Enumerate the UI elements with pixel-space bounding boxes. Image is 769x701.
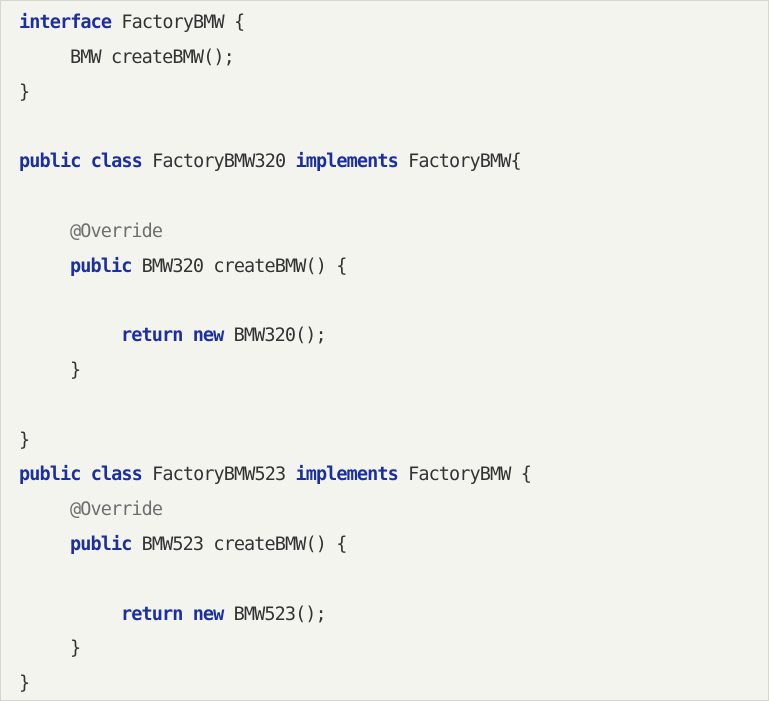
code-text: } — [19, 673, 30, 695]
code-line: interface FactoryBMW { — [19, 6, 531, 41]
code-line: @Override — [19, 493, 531, 528]
keyword: public — [70, 255, 132, 277]
keyword: implements — [295, 464, 398, 486]
code-line: } — [19, 667, 531, 700]
annotation: @Override — [70, 499, 163, 521]
code-line: public BMW523 createBMW() { — [19, 528, 531, 563]
keyword: class — [90, 151, 143, 173]
code-line: } — [19, 424, 531, 459]
code-block: interface FactoryBMW { BMW createBMW(); … — [19, 6, 532, 700]
keyword: public — [19, 464, 81, 486]
keyword: public — [70, 533, 132, 555]
code-text: } — [19, 81, 30, 103]
keyword: new — [192, 603, 225, 625]
keyword: new — [192, 325, 225, 347]
code-text: } — [19, 429, 30, 451]
code-line: } — [19, 76, 531, 111]
code-text: FactoryBMW{ — [397, 151, 522, 173]
code-text: } — [70, 638, 81, 660]
code-text: BMW createBMW(); — [70, 46, 235, 68]
code-line: return new BMW523(); — [19, 598, 531, 633]
code-line: public class FactoryBMW320 implements Fa… — [19, 145, 531, 180]
code-text: BMW320 createBMW() { — [131, 255, 348, 277]
code-line: public class FactoryBMW523 implements Fa… — [19, 458, 532, 493]
keyword: return — [121, 603, 183, 625]
code-line: } — [19, 354, 531, 389]
code-text: FactoryBMW { — [397, 464, 532, 486]
code-line: BMW createBMW(); — [19, 41, 531, 76]
keyword: public — [19, 151, 81, 173]
code-panel: interface FactoryBMW { BMW createBMW(); … — [0, 0, 769, 701]
annotation: @Override — [70, 220, 163, 242]
code-line: } — [19, 632, 531, 667]
code-text: BMW320(); — [223, 325, 327, 347]
code-text: BMW523 createBMW() { — [131, 533, 348, 555]
code-text: FactoryBMW { — [111, 12, 245, 33]
code-text: } — [70, 359, 81, 381]
code-line: @Override — [19, 215, 531, 250]
code-line: return new BMW320(); — [19, 319, 531, 354]
keyword: return — [121, 325, 183, 347]
code-text: FactoryBMW523 — [141, 464, 296, 486]
keyword: class — [90, 464, 143, 486]
code-text: FactoryBMW320 — [141, 151, 296, 173]
code-text: BMW523(); — [223, 603, 327, 625]
keyword: implements — [295, 151, 398, 173]
code-line: public BMW320 createBMW() { — [19, 250, 531, 285]
keyword: interface — [19, 12, 112, 33]
